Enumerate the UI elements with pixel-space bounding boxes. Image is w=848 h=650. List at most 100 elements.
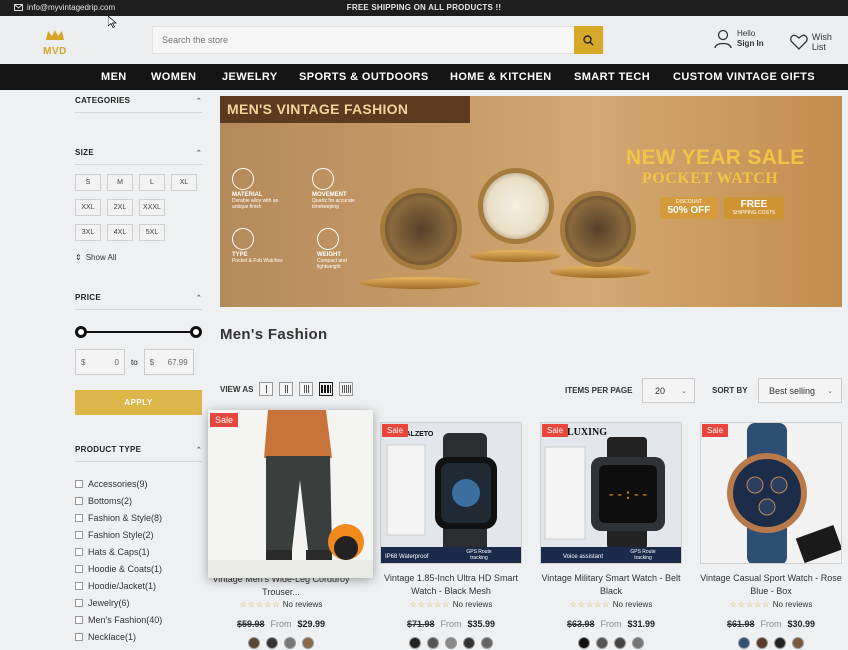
product-card[interactable]: Sale LUXING --:-- Voice assistant GPS Ro… [540,422,682,649]
promo-banner[interactable]: MEN'S VINTAGE FASHION MATERIAL Durable a… [220,96,842,307]
price-max-field[interactable]: $ 67.99 [143,349,194,375]
site-logo[interactable]: MVD [42,28,68,58]
color-swatches [540,637,682,649]
wishlist-link[interactable]: Wish List [790,32,848,52]
checkbox[interactable] [75,530,83,539]
size-option-s[interactable]: S [75,174,101,191]
product-type-option[interactable]: Men's Fashion(40) [75,611,202,628]
color-swatch[interactable] [302,637,314,649]
color-swatch[interactable] [427,637,439,649]
color-swatch[interactable] [266,637,278,649]
color-swatch[interactable] [632,637,644,649]
view-grid-2-button[interactable] [279,382,294,396]
product-name[interactable]: Vintage Military Smart Watch - Belt Blac… [540,572,682,598]
product-card-image-popup[interactable]: Sale [208,410,373,578]
size-option-5xl[interactable]: 5XL [139,224,165,241]
product-type-option[interactable]: Accessories(9) [75,475,202,492]
currency-symbol: $ [149,357,155,367]
product-card[interactable]: Sale BOALZETO IP68 Waterproof GPS Route … [380,422,522,649]
size-option-3xl[interactable]: 3XL [75,224,101,241]
product-image[interactable]: Sale LUXING --:-- Voice assistant GPS Ro… [540,422,682,564]
color-swatch[interactable] [792,637,804,649]
product-type-option[interactable]: Hoodie/Jacket(1) [75,577,202,594]
price-min-field[interactable]: $ 0 [75,349,125,375]
checkbox[interactable] [75,547,83,556]
size-header[interactable]: SIZE ⌃ [75,148,202,157]
size-option-xl[interactable]: XL [171,174,197,191]
product-type-option[interactable]: Bottoms(2) [75,492,202,509]
nav-jewelry[interactable]: JEWELRY [222,71,278,83]
from-label: From [440,619,462,629]
apply-button[interactable]: APPLY [75,390,202,415]
product-type-option[interactable]: Fashion & Style(8) [75,509,202,526]
checkbox[interactable] [75,496,83,505]
product-name[interactable]: Vintage 1.85-Inch Ultra HD Smart Watch -… [380,572,522,598]
show-all-sizes[interactable]: ⇕ Show All [75,253,202,262]
items-per-page-select[interactable]: 20 ⌄ [642,378,695,403]
price-range-slider[interactable] [75,325,202,339]
product-type-header[interactable]: PRODUCT TYPE ⌃ [75,445,202,454]
checkbox[interactable] [75,479,83,488]
price-header[interactable]: PRICE ⌃ [75,293,202,302]
nav-smart-tech[interactable]: SMART TECH [574,71,650,83]
size-option-4xl[interactable]: 4XL [107,224,133,241]
color-swatch[interactable] [248,637,260,649]
price-min-value: 0 [114,357,119,367]
size-option-m[interactable]: M [107,174,133,191]
view-grid-5-button[interactable] [339,382,354,396]
size-option-2xl[interactable]: 2XL [107,199,133,216]
from-label: From [270,619,292,629]
categories-header[interactable]: CATEGORIES ⌃ [75,96,202,105]
color-swatch[interactable] [614,637,626,649]
product-type-option[interactable]: Fashion Style(2) [75,526,202,543]
product-type-option[interactable]: Hats & Caps(1) [75,543,202,560]
color-swatch[interactable] [578,637,590,649]
view-grid-4-button[interactable] [319,382,334,396]
color-swatch[interactable] [756,637,768,649]
heart-icon [790,34,808,50]
nav-men[interactable]: MEN [101,71,127,83]
color-swatch[interactable] [409,637,421,649]
search-input[interactable] [153,27,576,53]
color-swatches [210,637,352,649]
nav-custom-vintage-gifts[interactable]: CUSTOM VINTAGE GIFTS [673,71,815,83]
color-swatch[interactable] [284,637,296,649]
product-type-option[interactable]: Jewelry(6) [75,594,202,611]
color-swatch[interactable] [596,637,608,649]
search-button[interactable] [574,26,603,54]
color-swatch[interactable] [463,637,475,649]
account-signin[interactable]: Hello Sign In [714,29,764,49]
checkbox[interactable] [75,615,83,624]
slider-min-handle[interactable] [75,326,87,338]
nav-women[interactable]: WOMEN [151,71,196,83]
sort-by-select[interactable]: Best selling ⌄ [758,378,842,403]
nav-home-kitchen[interactable]: HOME & KITCHEN [450,71,552,83]
product-image[interactable]: Sale [700,422,842,564]
size-option-xxl[interactable]: XXL [75,199,101,216]
color-swatch[interactable] [774,637,786,649]
view-grid-3-button[interactable] [299,382,314,396]
color-swatch[interactable] [738,637,750,649]
checkbox[interactable] [75,632,83,641]
checkbox[interactable] [75,564,83,573]
product-type-option[interactable]: Hoodie & Coats(1) [75,560,202,577]
checkbox[interactable] [75,598,83,607]
color-swatch[interactable] [445,637,457,649]
checkbox[interactable] [75,581,83,590]
product-card[interactable]: Sale Vintage Casual Sport Watch - Rose B… [700,422,842,649]
product-name[interactable]: Vintage Casual Sport Watch - Rose Blue -… [700,572,842,598]
color-swatch[interactable] [481,637,493,649]
product-type-option[interactable]: Necklace(1) [75,628,202,645]
view-list-button[interactable] [259,382,274,396]
checkbox[interactable] [75,513,83,522]
logo-text: MVD [43,46,67,57]
chevron-up-icon: ⌃ [195,446,202,454]
sale-badge: Sale [542,424,569,437]
display-pedestal [360,277,480,289]
slider-max-handle[interactable] [190,326,202,338]
size-option-xxxl[interactable]: XXXL [139,199,165,216]
size-option-l[interactable]: L [139,174,165,191]
product-image[interactable]: Sale BOALZETO IP68 Waterproof GPS Route … [380,422,522,564]
nav-sports-outdoors[interactable]: SPORTS & OUTDOORS [299,71,429,83]
sale-price: $29.99 [297,619,326,629]
